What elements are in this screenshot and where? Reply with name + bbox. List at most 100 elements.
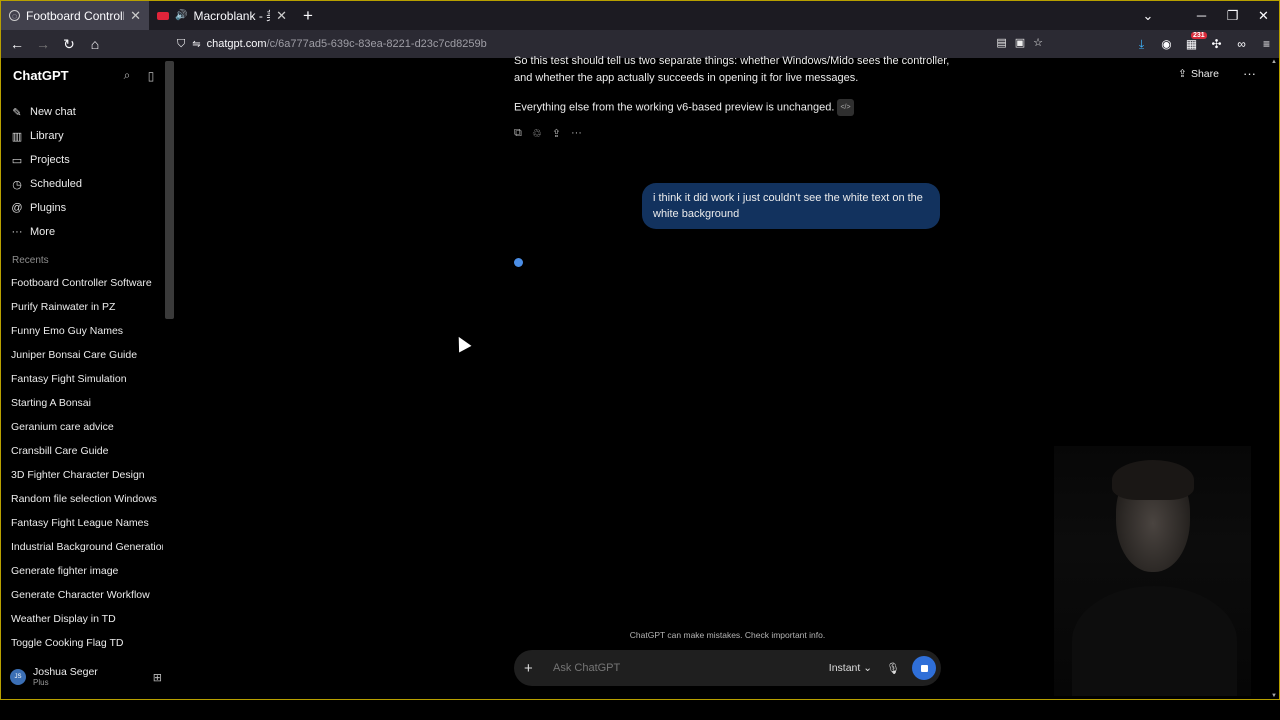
forward-button[interactable]: → — [31, 32, 55, 56]
tab-macroblank[interactable]: 🔊 Macroblank - 美容師 COLL ✕ — [149, 1, 295, 30]
sidebar-toggle-icon[interactable]: ▯ — [139, 69, 163, 83]
menu-icon[interactable]: ≡ — [1254, 37, 1279, 51]
tab-bar: ◌ Footboard Controller Software ✕ 🔊 Macr… — [1, 1, 1279, 30]
scroll-up-icon[interactable]: ▲ — [1271, 59, 1277, 65]
microphone-icon[interactable]: 🎙 — [886, 662, 900, 675]
share-button[interactable]: ⇪ Share — [1178, 68, 1219, 80]
thinking-indicator — [514, 258, 523, 267]
account-icon[interactable]: ◉ — [1154, 37, 1179, 51]
bookmark-star-icon[interactable]: ☆ — [1033, 36, 1043, 49]
mouse-cursor-icon — [452, 333, 472, 353]
scroll-down-icon[interactable]: ▼ — [1271, 693, 1277, 699]
sidebar-scrollbar[interactable] — [165, 61, 174, 319]
copy-icon[interactable]: ⧉ — [514, 127, 522, 140]
user-name: Joshua Seger — [33, 666, 98, 678]
home-button[interactable]: ⌂ — [83, 32, 107, 56]
user-profile[interactable]: JS Joshua Seger Plus ⊞ — [10, 667, 162, 687]
back-button[interactable]: ← — [5, 32, 29, 56]
recent-chat-item[interactable]: Cransbill Care Guide — [11, 439, 163, 463]
more-actions-icon[interactable]: ··· — [571, 127, 582, 140]
recent-chat-item[interactable]: Geranium care advice — [11, 415, 163, 439]
recent-chat-item[interactable]: Weather Display in TD — [11, 607, 163, 631]
assistant-text: Everything else from the working v6-base… — [514, 101, 835, 114]
speaker-icon[interactable]: 🔊 — [175, 10, 187, 21]
sidebar-item-label: New chat — [30, 106, 76, 118]
code-chip[interactable]: </> — [837, 99, 854, 116]
youtube-favicon-icon — [157, 11, 169, 20]
webcam-person-hair — [1112, 460, 1194, 500]
extensions-puzzle-icon[interactable]: ✣ — [1204, 37, 1229, 51]
share-icon: ⇪ — [1178, 68, 1187, 80]
tab-label: Macroblank - 美容師 COLL — [193, 9, 270, 23]
webcam-overlay — [1054, 446, 1251, 696]
browser-window: ◌ Footboard Controller Software ✕ 🔊 Macr… — [0, 0, 1280, 700]
plugin-icon: @ — [11, 202, 23, 214]
reader-view-icon[interactable]: ▤ — [996, 36, 1006, 49]
url-path: /c/6a777ad5-639c-83ea-8221-d23c7cd8259b — [266, 38, 487, 50]
message-actions: ⧉ ♲ ⇪ ··· — [514, 127, 582, 140]
chatgpt-favicon-icon: ◌ — [9, 10, 20, 21]
main-scrollbar[interactable]: ▲ ▼ — [1270, 59, 1279, 699]
search-icon[interactable]: ⌕ — [115, 68, 139, 83]
mask-icon[interactable]: ∞ — [1229, 37, 1254, 51]
app-title[interactable]: ChatGPT — [13, 68, 115, 83]
chat-input[interactable] — [553, 662, 829, 674]
restore-button[interactable]: ❐ — [1217, 8, 1248, 24]
extension-icon[interactable]: ▦ 231 — [1179, 32, 1207, 51]
sidebar-item-label: Scheduled — [30, 178, 82, 190]
stop-generating-button[interactable] — [912, 656, 936, 680]
shield-icon[interactable]: ⛉ — [177, 38, 185, 51]
sidebar-item-library[interactable]: ▥ Library — [11, 124, 161, 148]
more-options-icon[interactable]: ··· — [1243, 66, 1256, 81]
list-all-tabs-icon[interactable]: ⌄ — [1132, 8, 1164, 24]
sidebar-item-projects[interactable]: ▭ Projects — [11, 148, 161, 172]
site-permissions-icon[interactable]: ⇋ — [192, 39, 200, 50]
folder-icon: ▭ — [11, 154, 23, 167]
url-host: chatgpt.com — [206, 38, 267, 50]
sidebar-item-more[interactable]: ··· More — [11, 220, 161, 244]
recent-chat-item[interactable]: Toggle Cooking Flag TD — [11, 631, 163, 655]
add-attachment-icon[interactable]: + — [524, 660, 540, 677]
sidebar-item-new-chat[interactable]: ✎ New chat — [11, 100, 161, 124]
sidebar-item-label: More — [30, 226, 56, 238]
downloads-icon[interactable]: ⤓ — [1129, 37, 1154, 52]
model-selector[interactable]: Instant ⌄ — [829, 662, 872, 674]
sidebar-item-label: Projects — [30, 154, 70, 166]
assistant-paragraph: So this test should tell us two separate… — [514, 55, 950, 84]
reload-button[interactable]: ↻ — [57, 32, 81, 56]
avatar: JS — [10, 669, 26, 685]
close-tab-icon[interactable]: ✕ — [276, 8, 287, 24]
clock-icon: ◷ — [12, 178, 22, 191]
recent-chat-item[interactable]: Juniper Bonsai Care Guide — [11, 343, 163, 367]
recent-chat-item[interactable]: Industrial Background Generation — [11, 535, 163, 559]
sidebar-item-plugins[interactable]: @ Plugins — [11, 196, 161, 220]
workspace-icon[interactable]: ⊞ — [153, 671, 162, 684]
sidebar-item-scheduled[interactable]: ◷ Scheduled — [11, 172, 161, 196]
close-window-button[interactable]: ✕ — [1248, 8, 1279, 24]
tab-label: Footboard Controller Software — [26, 8, 124, 23]
recent-chat-item[interactable]: Fantasy Fight League Names — [11, 511, 163, 535]
sidebar-item-label: Plugins — [30, 202, 67, 214]
recent-chat-item[interactable]: Fantasy Fight Simulation — [11, 367, 163, 391]
recent-chat-item[interactable]: Footboard Controller Software — [11, 271, 163, 295]
share-message-icon[interactable]: ⇪ — [552, 127, 561, 140]
picture-icon[interactable]: ▣ — [1015, 36, 1025, 49]
recent-chat-item[interactable]: Funny Emo Guy Names — [11, 319, 163, 343]
user-message-bubble: i think it did work i just couldn't see … — [642, 183, 940, 229]
assistant-paragraph-2: Everything else from the working v6-base… — [514, 99, 954, 116]
recent-chat-item[interactable]: Generate fighter image — [11, 559, 163, 583]
new-tab-button[interactable]: + — [295, 1, 321, 30]
recent-chat-item[interactable]: Purify Rainwater in PZ — [11, 295, 163, 319]
recent-chat-item[interactable]: Generate Character Workflow — [11, 583, 163, 607]
share-label: Share — [1190, 68, 1219, 80]
close-tab-icon[interactable]: ✕ — [130, 8, 141, 24]
recent-chat-item[interactable]: 3D Fighter Character Design — [11, 463, 163, 487]
recent-chat-item[interactable]: Starting A Bonsai — [11, 391, 163, 415]
tab-footboard[interactable]: ◌ Footboard Controller Software ✕ — [1, 1, 149, 30]
recent-chat-item[interactable]: Random file selection Windows — [11, 487, 163, 511]
minimize-button[interactable]: ─ — [1186, 8, 1217, 23]
thumbs-icon[interactable]: ♲ — [532, 127, 542, 140]
disclaimer-text: ChatGPT can make mistakes. Check importa… — [629, 630, 826, 640]
sidebar: ChatGPT ⌕ ▯ ✎ New chat ▥ Library ▭ Projects… — [1, 58, 169, 699]
desktop-strip — [0, 700, 1280, 720]
